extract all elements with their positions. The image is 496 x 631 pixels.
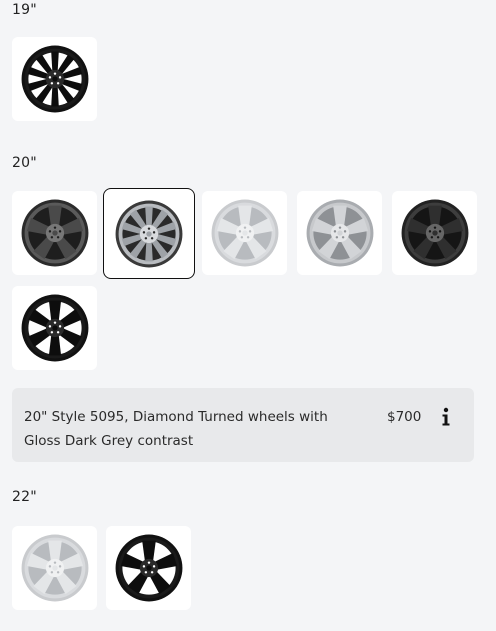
wheel-option[interactable] (392, 191, 477, 275)
wheel-option[interactable] (12, 526, 97, 610)
wheel-icon (211, 199, 278, 267)
wheel-option[interactable] (12, 286, 97, 370)
size-label-20: 20" (12, 155, 37, 171)
wheel-option[interactable] (12, 37, 97, 121)
wheel-icon (115, 200, 183, 267)
wheel-option[interactable] (12, 191, 97, 275)
wheel-icon (401, 199, 468, 267)
wheel-option[interactable] (202, 191, 287, 275)
wheel-icon (21, 199, 88, 267)
wheel-icon (21, 45, 88, 113)
size-label-19: 19" (12, 2, 37, 18)
size-label-22: 22" (12, 489, 37, 505)
wheel-option[interactable] (106, 526, 191, 610)
wheel-icon (306, 199, 373, 267)
info-icon[interactable] (438, 406, 454, 428)
wheel-icon (115, 534, 182, 602)
wheel-icon (21, 294, 88, 362)
wheel-description: 20" Style 5095, Diamond Turned wheels wi… (24, 409, 328, 449)
wheel-option-selected[interactable] (103, 188, 195, 279)
wheel-selector: 19" 20" 20" Style 5095, Diamond Turned w… (0, 0, 496, 631)
wheel-option[interactable] (297, 191, 382, 275)
wheel-icon (21, 534, 88, 602)
selected-wheel-info: 20" Style 5095, Diamond Turned wheels wi… (12, 388, 474, 462)
wheel-price: $700 (387, 409, 422, 425)
